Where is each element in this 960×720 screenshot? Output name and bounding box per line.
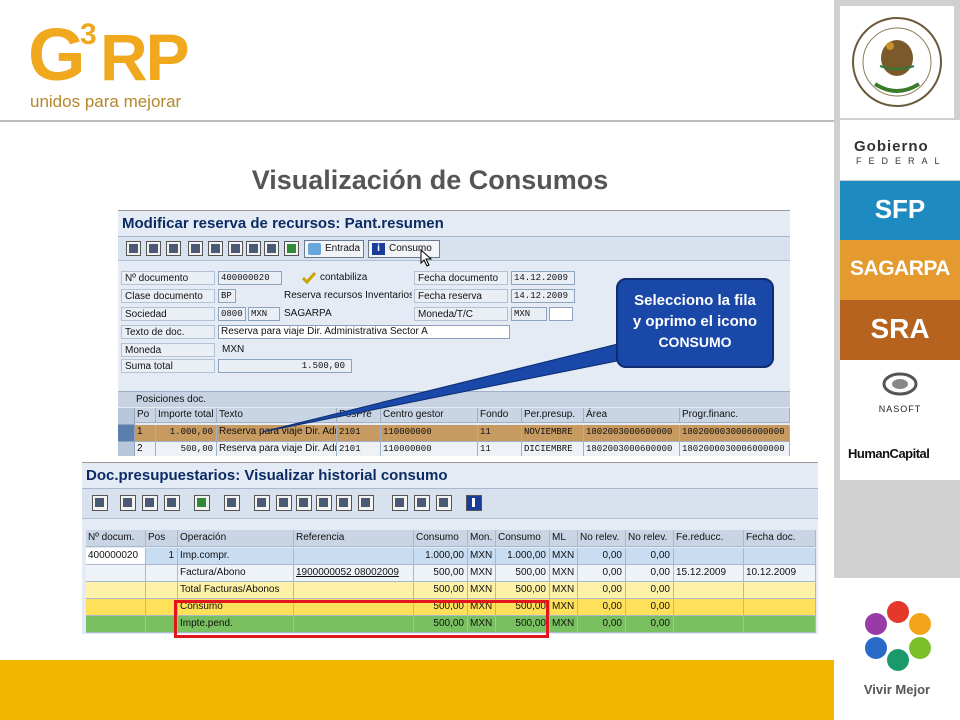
callout-line-3: CONSUMO [658, 334, 732, 350]
callout-line-2: y oprimo el icono [632, 313, 758, 330]
instruction-callout: Selecciono la fila y oprimo el icono CON… [616, 278, 774, 368]
callout-line-1: Selecciono la fila [634, 292, 756, 309]
consumo-highlight-box [174, 600, 549, 638]
